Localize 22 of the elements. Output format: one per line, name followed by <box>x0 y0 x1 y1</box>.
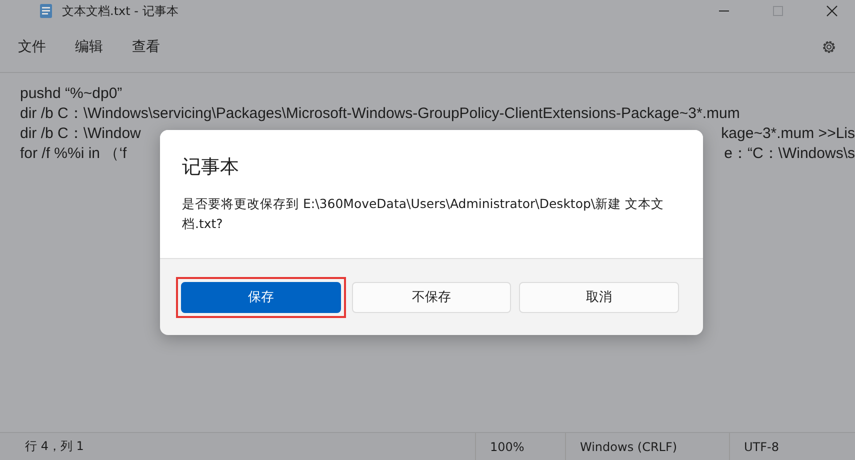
dialog-button[interactable]: 不保存 <box>352 282 512 312</box>
code-line: pushd “%~dp0” <box>20 84 122 104</box>
dialog-button[interactable]: 取消 <box>519 282 680 312</box>
window-title: 文本文档.txt - 记事本 <box>62 2 178 20</box>
code-line: for /f %%i in （‘f <box>20 144 127 164</box>
dialog-title: 记事本 <box>182 155 240 180</box>
line-ending: Windows (CRLF) <box>565 433 729 460</box>
notepad-icon <box>38 3 54 19</box>
encoding: UTF-8 <box>729 433 855 460</box>
code-line: kage~3*.mum >>Lis <box>721 124 855 144</box>
menu-item[interactable]: 文件 <box>18 38 46 56</box>
dialog-message: 是否要将更改保存到 E:\360MoveData\Users\Administrator\Desktop\新建 文本文档.txt? <box>182 195 666 233</box>
zoom-level: 100% <box>475 433 565 460</box>
cursor-position: 行 4，列 1 <box>24 438 85 455</box>
dialog-button[interactable]: 保存 <box>181 282 341 312</box>
settings-icon[interactable] <box>821 39 837 55</box>
code-line: dir /b C：\Window <box>20 124 141 144</box>
code-line: dir /b C：\Windows\servicing\Packages\Microsoft-Windows-GroupPolicy-ClientExtensions-Package~3*.mum <box>20 104 740 124</box>
menu-item[interactable]: 编辑 <box>75 38 103 56</box>
close-icon[interactable] <box>826 5 838 17</box>
menu-item[interactable]: 查看 <box>132 38 160 56</box>
code-line: e：“C：\Windows\s <box>724 144 855 164</box>
